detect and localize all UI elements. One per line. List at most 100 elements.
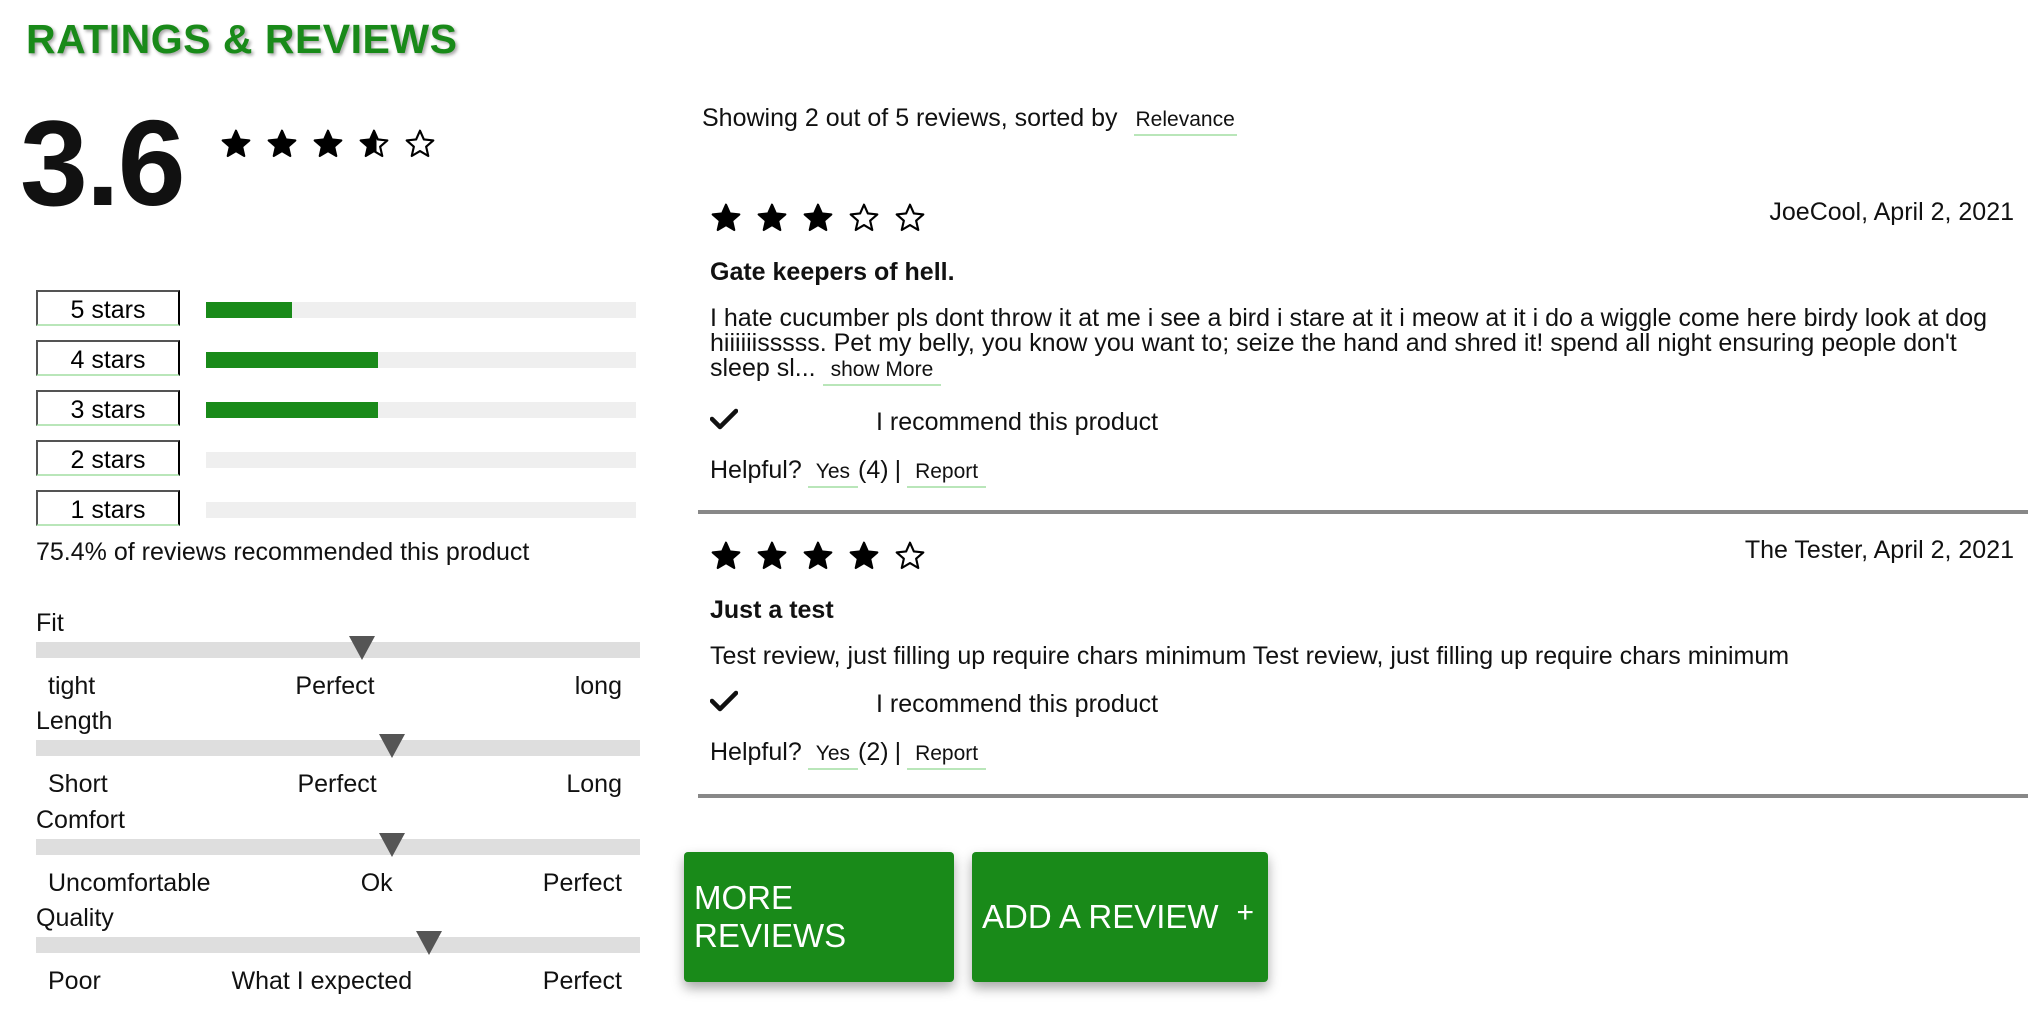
characteristic-scale: tight Perfect long	[36, 672, 640, 701]
add-review-button[interactable]: ADD A REVIEW +	[972, 852, 1268, 982]
breakdown-bar-1	[206, 502, 636, 518]
show-more-button[interactable]: show More	[822, 358, 942, 386]
scale-low: tight	[48, 672, 96, 700]
review-title: Just a test	[710, 596, 834, 624]
star-full-icon	[757, 541, 787, 570]
characteristic-fit: Fit tight Perfect long	[36, 608, 640, 701]
scale-high: Perfect	[542, 967, 622, 995]
sort-dropdown[interactable]: Relevance	[1133, 108, 1237, 136]
review-card: The Tester, April 2, 2021 Just a test Te…	[698, 536, 2028, 798]
review-body: Test review, just filling up require cha…	[710, 644, 2020, 669]
review-recommend: I recommend this product	[709, 690, 1158, 719]
review-title: Gate keepers of hell.	[710, 258, 955, 286]
breakdown-bar-2	[206, 452, 636, 468]
scale-low: Short	[48, 770, 108, 798]
characteristic-scale: Uncomfortable Ok Perfect	[36, 869, 640, 898]
filter-1-stars-button[interactable]: 1 stars	[36, 490, 180, 526]
characteristic-marker	[349, 636, 376, 660]
breakdown-bar-4	[206, 352, 636, 368]
scale-mid: Perfect	[295, 672, 375, 700]
separator: |	[894, 738, 902, 766]
characteristic-marker	[415, 931, 442, 955]
review-stars	[710, 540, 926, 572]
more-reviews-label: MORE REVIEWS	[694, 879, 847, 954]
characteristic-scale: Short Perfect Long	[36, 770, 640, 799]
scale-high: Long	[566, 770, 622, 798]
scale-low: Poor	[48, 967, 101, 995]
scale-high: long	[574, 672, 622, 700]
characteristic-track	[36, 636, 640, 660]
check-icon	[709, 690, 744, 719]
scale-mid: Perfect	[297, 770, 377, 798]
filter-5-stars-button[interactable]: 5 stars	[36, 290, 180, 326]
star-full-icon	[267, 129, 297, 158]
characteristic-track	[36, 833, 640, 857]
review-author-date: The Tester, April 2, 2021	[1744, 536, 2014, 564]
star-empty-icon	[405, 129, 435, 158]
review-author-date: JoeCool, April 2, 2021	[1769, 198, 2014, 226]
star-empty-icon	[895, 541, 925, 570]
star-full-icon	[711, 541, 741, 570]
filter-4-stars-button[interactable]: 4 stars	[36, 340, 180, 376]
more-reviews-button[interactable]: MORE REVIEWS	[684, 852, 954, 982]
recommend-text: I recommend this product	[876, 408, 1159, 436]
breakdown-row-3: 3 stars	[36, 388, 636, 438]
check-icon	[709, 408, 744, 437]
characteristic-length: Length Short Perfect Long	[36, 706, 640, 799]
breakdown-fill-4	[206, 352, 378, 368]
plus-icon: +	[1236, 896, 1254, 929]
review-helpful: Helpful? Yes (4) | Report	[710, 456, 987, 488]
helpful-yes-button[interactable]: Yes	[807, 742, 858, 770]
star-full-icon	[313, 129, 343, 158]
review-list-header: Showing 2 out of 5 reviews, sorted by Re…	[702, 104, 1237, 136]
characteristic-track	[36, 734, 640, 758]
helpful-count: (4)	[858, 456, 889, 484]
review-recommend: I recommend this product	[709, 408, 1159, 437]
characteristic-name: Comfort	[36, 806, 125, 834]
characteristic-marker	[379, 734, 406, 758]
review-helpful: Helpful? Yes (2) | Report	[710, 738, 987, 770]
characteristic-name: Quality	[36, 904, 114, 932]
helpful-yes-button[interactable]: Yes	[807, 460, 858, 488]
star-full-icon	[711, 203, 741, 232]
filter-2-stars-button[interactable]: 2 stars	[36, 440, 180, 476]
breakdown-fill-3	[206, 402, 378, 418]
recommend-percentage: 75.4% of reviews recommended this produc…	[36, 538, 530, 566]
characteristic-track	[36, 931, 640, 955]
characteristic-name: Fit	[36, 609, 64, 637]
helpful-label: Helpful?	[710, 738, 802, 766]
scale-high: Perfect	[542, 869, 622, 897]
separator: |	[894, 456, 902, 484]
characteristic-name: Length	[36, 707, 113, 735]
breakdown-row-2: 2 stars	[36, 438, 636, 488]
report-button[interactable]: Report	[907, 742, 987, 770]
review-stars	[710, 202, 926, 234]
review-body-text: Test review, just filling up require cha…	[710, 642, 1790, 670]
star-empty-icon	[895, 203, 925, 232]
star-full-icon	[221, 129, 251, 158]
helpful-count: (2)	[858, 738, 889, 766]
breakdown-bar-5	[206, 302, 636, 318]
review-body: I hate cucumber pls dont throw it at me …	[710, 306, 2020, 386]
characteristic-quality: Quality Poor What I expected Perfect	[36, 903, 640, 996]
star-half-icon	[359, 129, 389, 158]
breakdown-row-4: 4 stars	[36, 338, 636, 388]
scale-mid: What I expected	[231, 967, 413, 995]
rating-breakdown: 5 stars 4 stars 3 stars 2 stars 1 stars	[36, 288, 636, 538]
breakdown-fill-5	[206, 302, 292, 318]
star-full-icon	[803, 541, 833, 570]
review-card: JoeCool, April 2, 2021 Gate keepers of h…	[698, 198, 2028, 514]
star-full-icon	[757, 203, 787, 232]
characteristic-scale: Poor What I expected Perfect	[36, 967, 640, 996]
report-button[interactable]: Report	[907, 460, 987, 488]
helpful-label: Helpful?	[710, 456, 802, 484]
average-stars	[220, 128, 436, 160]
scale-mid: Ok	[360, 869, 393, 897]
star-full-icon	[803, 203, 833, 232]
scale-low: Uncomfortable	[48, 869, 211, 897]
filter-3-stars-button[interactable]: 3 stars	[36, 390, 180, 426]
section-title: RATINGS & REVIEWS	[26, 16, 458, 62]
star-full-icon	[849, 541, 879, 570]
showing-count-text: Showing 2 out of 5 reviews, sorted by	[702, 104, 1118, 132]
characteristic-comfort: Comfort Uncomfortable Ok Perfect	[36, 805, 640, 898]
